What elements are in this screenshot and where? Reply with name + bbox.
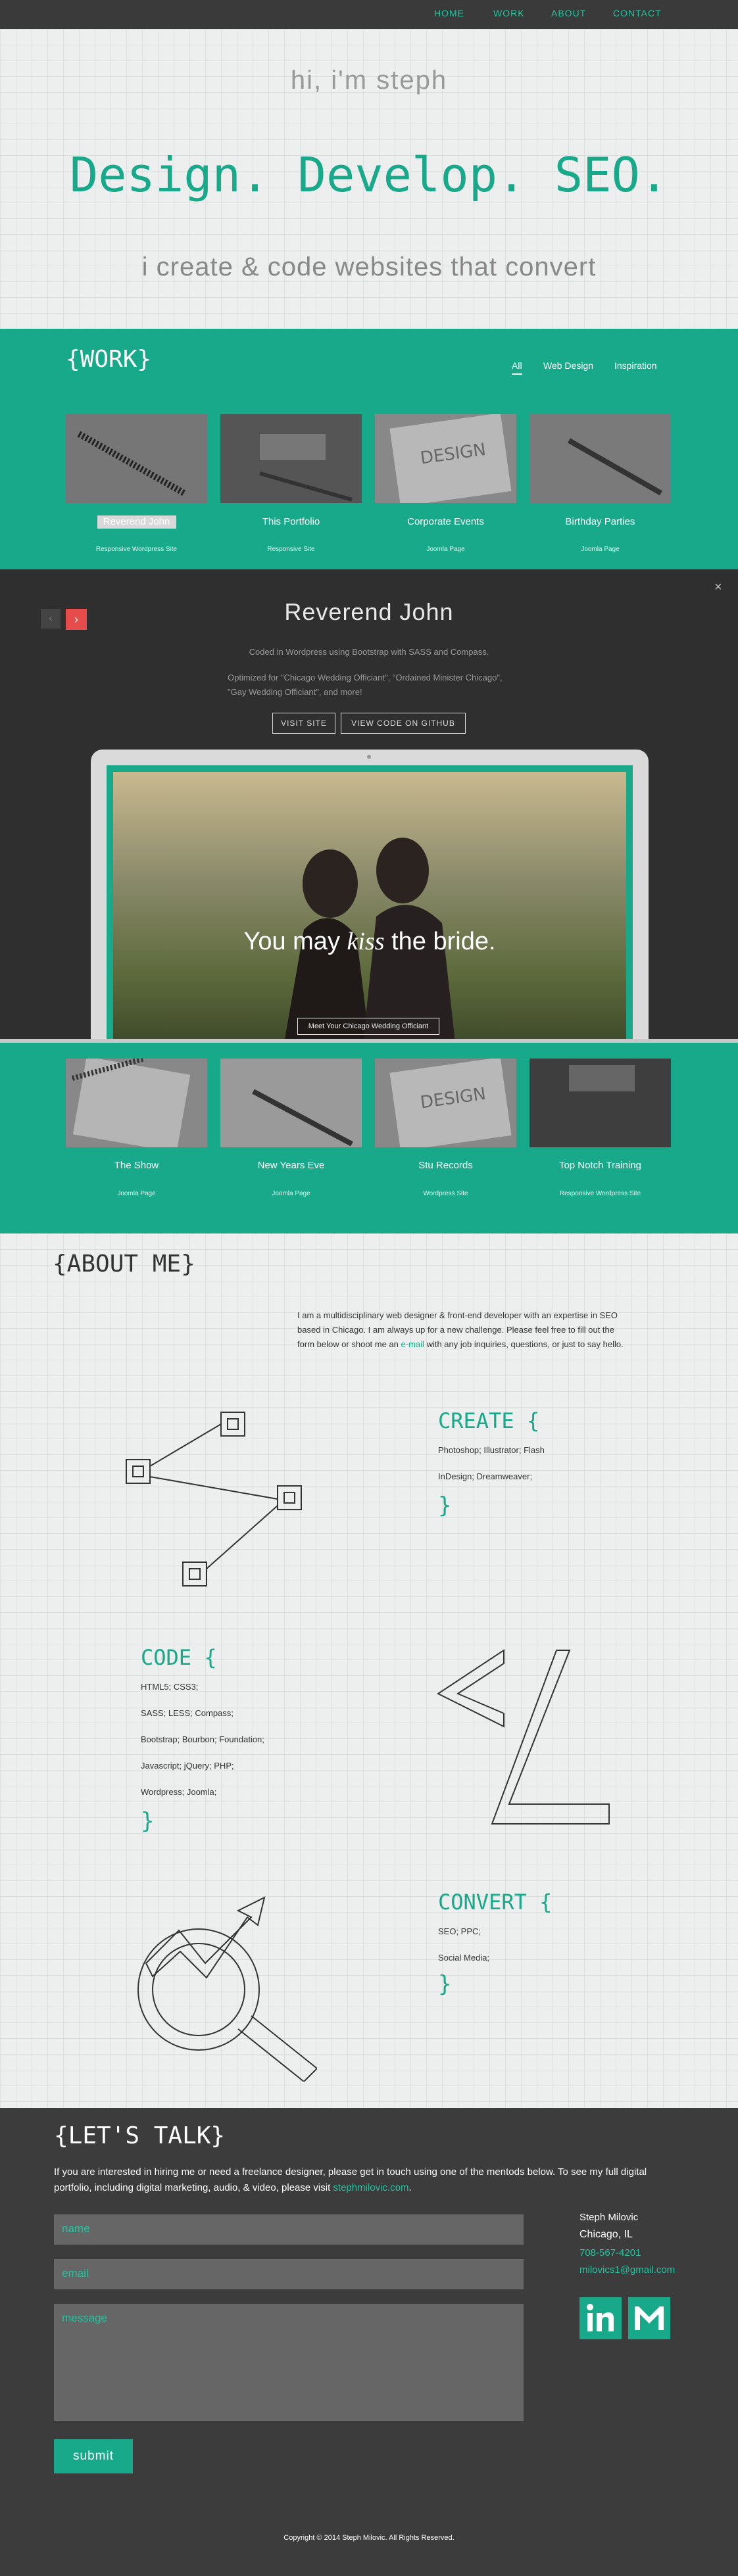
nav-contact[interactable]: CONTACT — [613, 8, 662, 18]
name-field[interactable]: name — [54, 2214, 524, 2245]
item-title[interactable]: Reverend John — [66, 516, 207, 527]
screen-cta-button: Meet Your Chicago Wedding Officiant — [297, 1018, 439, 1035]
project-title: Reverend John — [284, 598, 454, 625]
gmail-icon[interactable] — [628, 2297, 670, 2339]
item-sub: Responsive Wordpress Site — [559, 1190, 641, 1197]
project-desc-2: Optimized for "Chicago Wedding Officiant… — [228, 673, 503, 697]
item-sub: Responsive Wordpress Site — [95, 546, 178, 553]
top-nav: HOME WORK ABOUT CONTACT — [0, 0, 738, 29]
design-book-image — [66, 1059, 207, 1147]
contact-title: {LET'S TALK} — [54, 2122, 226, 2149]
create-title: CREATE { — [438, 1408, 540, 1433]
name-placeholder: name — [62, 2222, 90, 2235]
filter-inspiration[interactable]: Inspiration — [614, 360, 657, 371]
growth-magnifier-icon — [137, 1896, 317, 2082]
code-line: Bootstrap; Bourbon; Foundation; — [141, 1734, 264, 1744]
info-city: Chicago, IL — [579, 2229, 633, 2240]
item-title[interactable]: Stu Records — [375, 1160, 516, 1171]
nav-work[interactable]: WORK — [493, 8, 525, 18]
visit-site-button[interactable]: VISIT SITE — [272, 713, 335, 734]
couple-photo — [284, 838, 455, 1043]
info-phone[interactable]: 708-567-4201 — [579, 2247, 641, 2258]
work-title: {WORK} — [66, 346, 152, 373]
hero-greeting: hi, i'm steph — [290, 66, 448, 95]
screen-image: You may kiss the bride. Meet Your Chicag… — [113, 772, 626, 1043]
camera-dot — [367, 755, 371, 759]
filter-web-design[interactable]: Web Design — [543, 360, 593, 371]
info-name: Steph Milovic — [579, 2212, 639, 2223]
code-line: Javascript; jQuery; PHP; — [141, 1761, 234, 1771]
item-sub: Joomla Page — [581, 546, 620, 553]
code-slash-icon — [437, 1649, 610, 1825]
convert-line: Social Media; — [438, 1953, 490, 1963]
thumb-top-notch[interactable] — [529, 1059, 671, 1147]
pen-image — [529, 414, 671, 503]
code-line: Wordpress; Joomla; — [141, 1787, 217, 1797]
about-section — [0, 1233, 738, 2108]
code-title: CODE { — [141, 1645, 217, 1670]
share-network-icon — [126, 1412, 302, 1586]
about-title: {ABOUT ME} — [53, 1251, 195, 1277]
email-link[interactable]: e-mail — [401, 1339, 424, 1349]
thumb-stu-records[interactable]: DESIGN — [375, 1059, 516, 1147]
email-field[interactable]: email — [54, 2259, 524, 2289]
design-book-image: DESIGN — [375, 1059, 516, 1147]
nav-about[interactable]: ABOUT — [551, 8, 586, 18]
item-title[interactable]: Birthday Parties — [529, 516, 671, 527]
convert-title: CONVERT { — [438, 1890, 553, 1915]
item-sub: Responsive Site — [267, 546, 315, 553]
linkedin-icon[interactable] — [579, 2297, 622, 2339]
laptop-image — [220, 414, 362, 503]
screen-headline: You may kiss the bride. — [243, 928, 496, 955]
item-title[interactable]: The Show — [66, 1160, 207, 1171]
thumb-this-portfolio[interactable] — [220, 414, 362, 503]
thumb-new-years-eve[interactable] — [220, 1059, 362, 1147]
hero-section: hi, i'm steph Design. Develop. SEO. i cr… — [0, 29, 738, 329]
thumb-reverend-john[interactable] — [66, 414, 207, 503]
item-sub: Joomla Page — [426, 546, 465, 553]
code-line: HTML5; CSS3; — [141, 1682, 199, 1692]
convert-close: } — [438, 1971, 452, 1997]
copyright: Copyright © 2014 Steph Milovic. All Righ… — [283, 2534, 455, 2542]
submit-button[interactable]: submit — [54, 2439, 133, 2473]
create-line: Photoshop; Illustrator; Flash — [438, 1445, 545, 1455]
email-placeholder: email — [62, 2267, 89, 2279]
thumb-the-show[interactable] — [66, 1059, 207, 1147]
hero-headline: Design. Develop. SEO. — [69, 147, 669, 203]
spiral-notebook-image — [66, 414, 207, 503]
view-code-button[interactable]: VIEW CODE ON GITHUB — [341, 713, 466, 734]
hero-tagline: i create & code websites that convert — [141, 252, 597, 281]
convert-line: SEO; PPC; — [438, 1926, 481, 1936]
close-icon[interactable]: × — [714, 580, 722, 595]
item-sub: Joomla Page — [272, 1190, 310, 1197]
create-line: InDesign; Dreamweaver; — [438, 1471, 533, 1481]
item-title[interactable]: New Years Eve — [220, 1160, 362, 1171]
design-book-image: DESIGN — [375, 414, 516, 503]
item-title[interactable]: Corporate Events — [375, 516, 516, 527]
about-intro: I am a multidisciplinary web designer & … — [297, 1310, 624, 1349]
message-placeholder: message — [62, 2312, 107, 2324]
item-title[interactable]: Top Notch Training — [529, 1160, 671, 1171]
message-field[interactable]: message — [54, 2304, 524, 2421]
code-line: SASS; LESS; Compass; — [141, 1708, 234, 1718]
code-close: } — [141, 1808, 155, 1834]
contact-text: If you are interested in hiring me or ne… — [54, 2166, 647, 2193]
portfolio-link[interactable]: stephmilovic.com — [333, 2182, 408, 2193]
info-email[interactable]: milovics1@gmail.com — [579, 2264, 675, 2276]
item-sub: Joomla Page — [117, 1190, 156, 1197]
create-close: } — [438, 1492, 452, 1519]
filter-all[interactable]: All — [512, 360, 522, 375]
thumb-corporate-events[interactable]: DESIGN — [375, 414, 516, 503]
laptop-image — [529, 1059, 671, 1147]
item-title[interactable]: This Portfolio — [220, 516, 362, 527]
nav-home[interactable]: HOME — [434, 8, 464, 18]
project-desc-1: Coded in Wordpress using Bootstrap with … — [249, 647, 489, 657]
item-sub: Wordpress Site — [423, 1190, 468, 1197]
thumb-birthday-parties[interactable] — [529, 414, 671, 503]
pen-image — [220, 1059, 362, 1147]
